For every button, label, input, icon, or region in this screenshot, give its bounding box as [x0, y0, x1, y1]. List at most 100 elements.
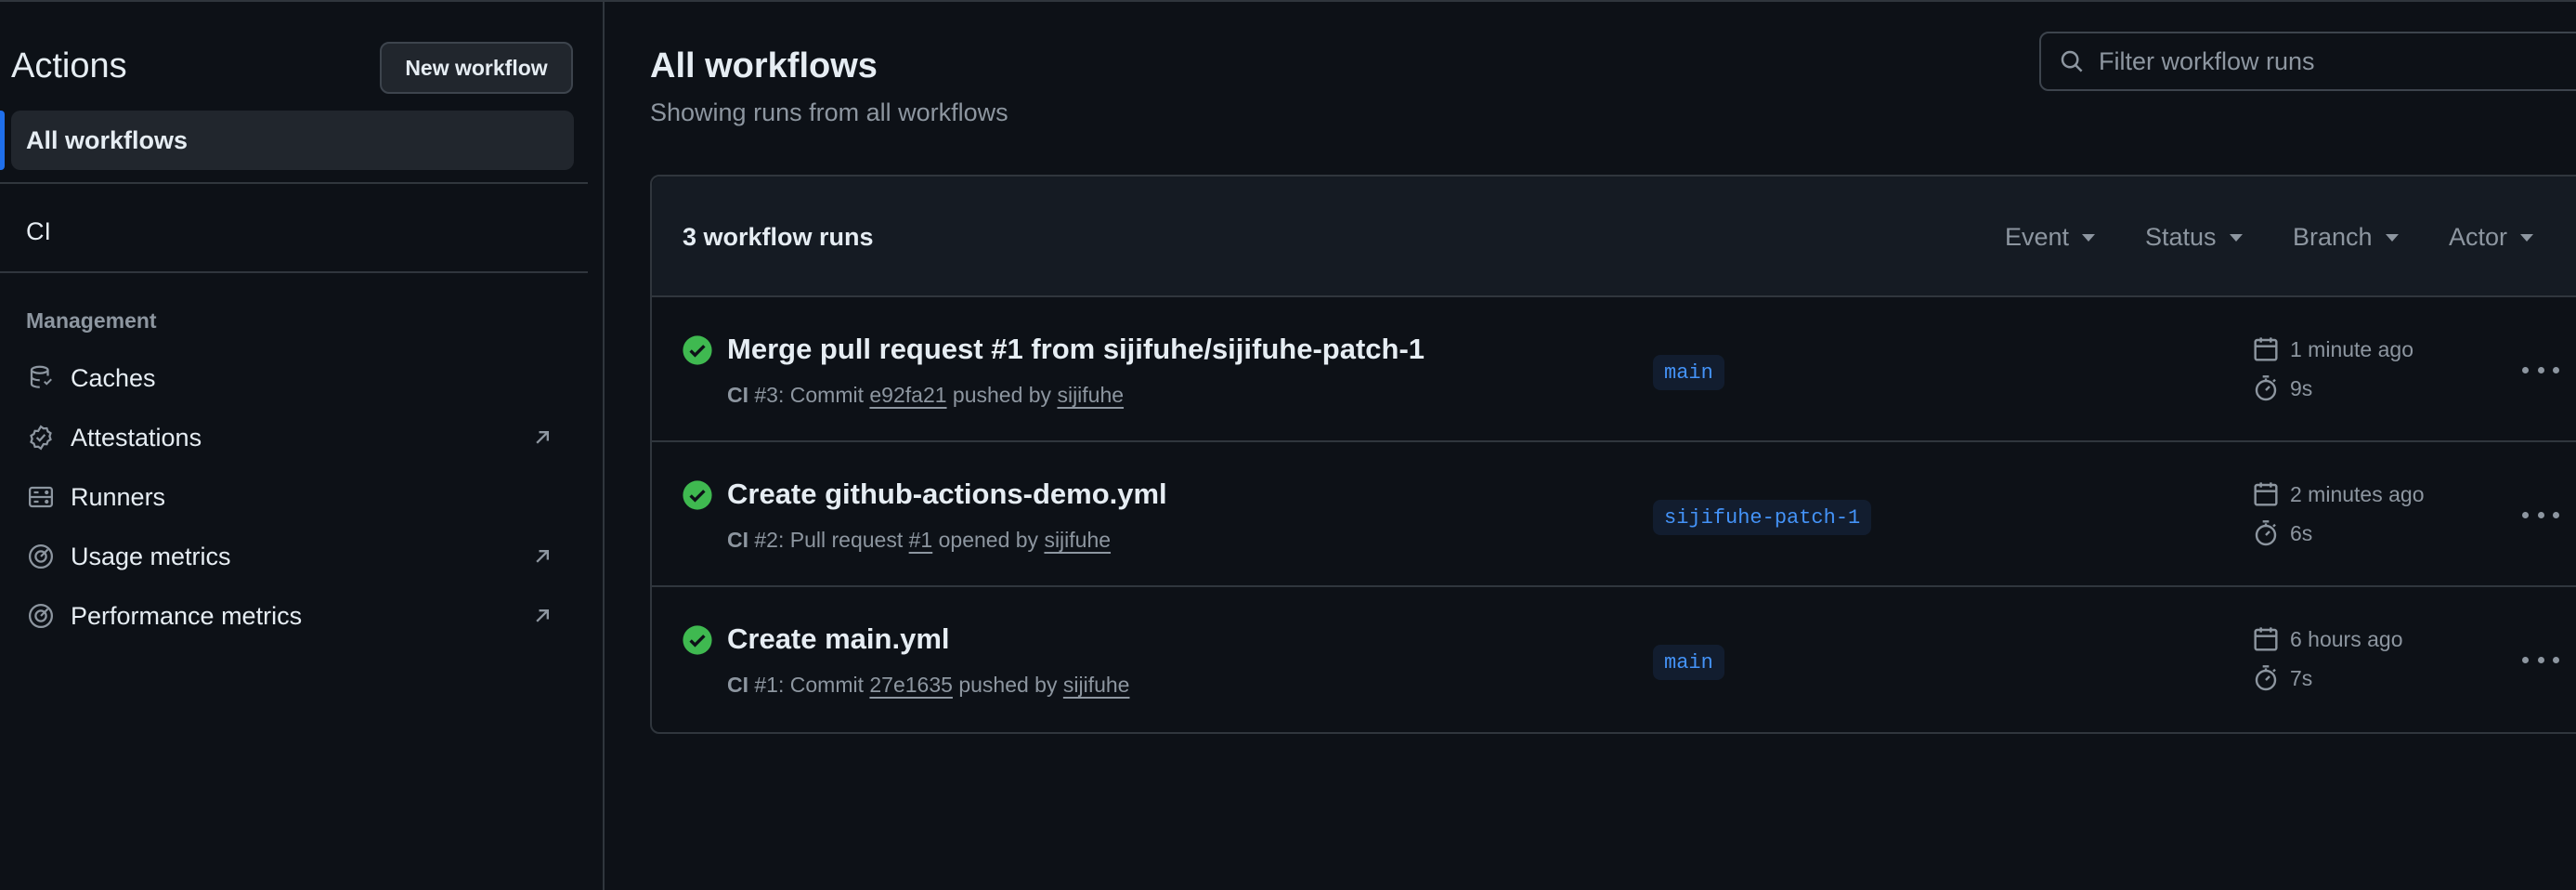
sidebar-item-attestations[interactable]: Attestations [26, 419, 574, 456]
filter-runs-field[interactable] [2039, 32, 2576, 91]
user-link[interactable]: sijifuhe [1044, 528, 1111, 552]
check-circle-icon [683, 625, 712, 655]
kebab-menu-icon[interactable] [2522, 643, 2559, 676]
commit-link[interactable]: e92fa21 [869, 383, 946, 407]
sidebar-item-usage-metrics[interactable]: Usage metrics [26, 538, 574, 575]
sidebar-title: Actions [11, 46, 127, 85]
run-duration-text: 9s [2290, 375, 2313, 400]
run-number: #3 [754, 383, 778, 407]
user-link[interactable]: sijifuhe [1063, 673, 1130, 697]
run-duration: 7s [2251, 663, 2312, 693]
actor-filter-dropdown[interactable]: Actor [2449, 223, 2534, 252]
workflow-runs-list: 3 workflow runs Event Status Branch Acto… [650, 175, 2576, 734]
run-time-text: 1 minute ago [2290, 336, 2413, 361]
sidebar-item-label: Runners [71, 482, 166, 511]
search-icon [2061, 50, 2083, 72]
database-icon [26, 363, 56, 393]
actor-filter-label: Actor [2449, 223, 2508, 251]
check-circle-icon [683, 480, 712, 510]
run-title-link[interactable]: Create github-actions-demo.yml [727, 478, 1167, 511]
run-time-text: 6 hours ago [2290, 626, 2403, 651]
sidebar-item-label: Usage metrics [71, 542, 231, 570]
triangle-down-icon [2229, 233, 2243, 242]
meter-icon [26, 542, 56, 571]
status-filter-label: Status [2145, 223, 2217, 251]
status-filter-dropdown[interactable]: Status [2145, 223, 2243, 252]
sidebar-item-label: Attestations [71, 423, 202, 452]
runs-list-header: 3 workflow runs Event Status Branch Acto… [652, 177, 2576, 297]
run-workflow-name: CI [727, 383, 748, 407]
sidebar-item-label: Caches [71, 363, 156, 392]
stopwatch-icon [2255, 665, 2277, 691]
run-duration: 9s [2251, 373, 2312, 403]
run-workflow-name: CI [727, 528, 748, 552]
server-icon [26, 482, 56, 512]
triangle-down-icon [2082, 233, 2096, 242]
sidebar-item-performance-metrics[interactable]: Performance metrics [26, 597, 574, 635]
run-count: 3 workflow runs [683, 223, 874, 251]
run-meta: CI #3: Commit e92fa21 pushed by sijifuhe [727, 383, 1125, 407]
run-duration: 6s [2251, 518, 2312, 548]
filter-runs-input[interactable] [2099, 46, 2563, 76]
branch-badge[interactable]: main [1653, 645, 1724, 680]
meter-icon [26, 601, 56, 631]
page-subtitle: Showing runs from all workflows [650, 98, 1008, 126]
branch-badge[interactable]: main [1653, 355, 1724, 390]
sidebar-divider [0, 271, 588, 273]
workflow-run-row[interactable]: Create github-actions-demo.yml CI #2: Pu… [652, 442, 2576, 587]
run-trigger: Pull request [789, 528, 904, 552]
branch-badge[interactable]: sijifuhe-patch-1 [1653, 500, 1872, 535]
run-number: #1 [754, 673, 778, 697]
run-title-link[interactable]: Merge pull request #1 from sijifuhe/siji… [727, 333, 1425, 366]
calendar-icon [2254, 337, 2278, 361]
triangle-down-icon [2520, 233, 2534, 242]
run-workflow-name: CI [727, 673, 748, 697]
sidebar-divider [0, 182, 588, 184]
calendar-icon [2254, 627, 2278, 651]
triangle-down-icon [2385, 233, 2399, 242]
user-link[interactable]: sijifuhe [1057, 383, 1124, 407]
check-circle-icon [683, 335, 712, 365]
run-meta: CI #2: Pull request #1 opened by sijifuh… [727, 528, 1112, 552]
run-duration-text: 7s [2290, 665, 2313, 690]
run-timestamp: 1 minute ago [2251, 334, 2413, 364]
branch-filter-dropdown[interactable]: Branch [2293, 223, 2399, 252]
workflow-run-row[interactable]: Merge pull request #1 from sijifuhe/siji… [652, 297, 2576, 442]
sidebar-item-runners[interactable]: Runners [26, 478, 574, 516]
workflow-run-row[interactable]: Create main.yml CI #1: Commit 27e1635 pu… [652, 587, 2576, 732]
stopwatch-icon [2255, 520, 2277, 546]
run-action: opened by [938, 528, 1039, 552]
run-action: pushed by [952, 383, 1052, 407]
management-heading: Management [26, 308, 157, 333]
external-link-icon [529, 603, 555, 629]
run-trigger: Commit [789, 383, 864, 407]
new-workflow-button[interactable]: New workflow [380, 42, 573, 94]
run-number: #2 [754, 528, 778, 552]
run-title-link[interactable]: Create main.yml [727, 622, 950, 656]
run-action: pushed by [958, 673, 1058, 697]
verified-icon [26, 423, 56, 452]
sidebar-item-label: Performance metrics [71, 601, 303, 630]
run-meta: CI #1: Commit 27e1635 pushed by sijifuhe [727, 673, 1130, 697]
sidebar-item-all-workflows-label[interactable]: All workflows [26, 126, 188, 155]
kebab-menu-icon[interactable] [2522, 498, 2559, 531]
pull-request-link[interactable]: #1 [909, 528, 933, 552]
page-title: All workflows [650, 46, 878, 85]
event-filter-dropdown[interactable]: Event [2005, 223, 2096, 252]
external-link-icon [529, 543, 555, 569]
stopwatch-icon [2255, 375, 2277, 401]
run-trigger: Commit [789, 673, 864, 697]
branch-filter-label: Branch [2293, 223, 2373, 251]
run-timestamp: 6 hours ago [2251, 624, 2402, 654]
calendar-icon [2254, 482, 2278, 506]
run-timestamp: 2 minutes ago [2251, 479, 2424, 509]
actions-sidebar: Actions New workflow All workflows CI Ma… [0, 2, 605, 890]
sidebar-item-ci[interactable]: CI [26, 217, 51, 246]
run-duration-text: 6s [2290, 520, 2313, 545]
commit-link[interactable]: 27e1635 [869, 673, 953, 697]
kebab-menu-icon[interactable] [2522, 353, 2559, 386]
active-indicator [0, 111, 5, 170]
run-time-text: 2 minutes ago [2290, 481, 2425, 506]
event-filter-label: Event [2005, 223, 2070, 251]
sidebar-item-caches[interactable]: Caches [26, 360, 574, 397]
